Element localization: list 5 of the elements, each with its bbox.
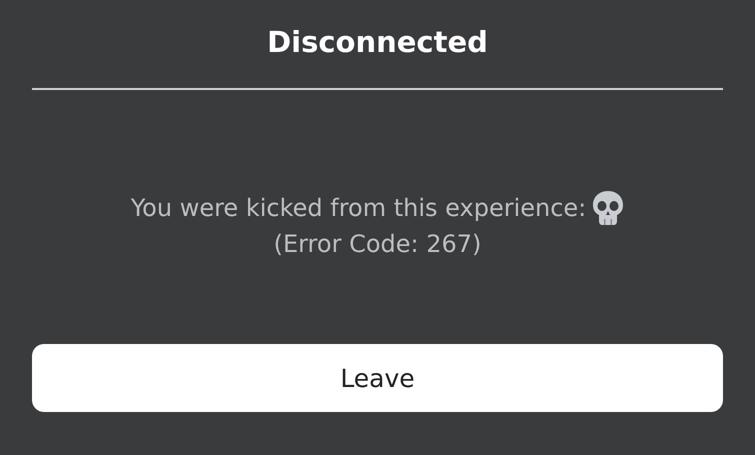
message-text: You were kicked from this experience: — [130, 194, 586, 222]
message-text: (Error Code: 267) — [274, 230, 482, 258]
skull-icon — [592, 190, 624, 226]
leave-button[interactable]: Leave — [32, 344, 723, 412]
dialog-title: Disconnected — [266, 24, 489, 61]
